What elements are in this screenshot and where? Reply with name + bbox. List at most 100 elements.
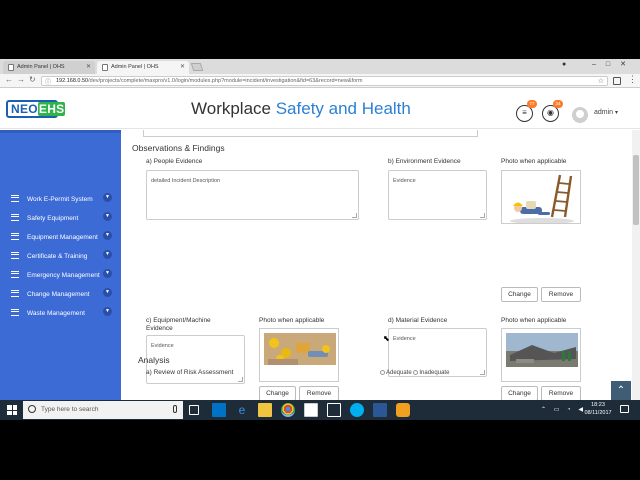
- browser-tab[interactable]: Admin Panel | OHS ✕: [3, 61, 95, 74]
- chevron-down-icon[interactable]: ▼: [103, 231, 112, 240]
- logo-ehs: EHS: [37, 102, 66, 116]
- browser-menu-icon[interactable]: ⋮: [628, 74, 637, 85]
- search-placeholder: Type here to search: [41, 406, 99, 413]
- skype-icon[interactable]: [350, 403, 364, 417]
- tasks-count-badge: 77: [527, 100, 537, 108]
- windows-start-icon[interactable]: [7, 405, 17, 415]
- chevron-down-icon[interactable]: ▼: [103, 307, 112, 316]
- menu-lines-icon: [11, 290, 19, 297]
- scrollbar-thumb[interactable]: [633, 155, 639, 225]
- remove-photo-button-material[interactable]: Remove: [541, 386, 581, 401]
- menu-lines-icon: [11, 233, 19, 240]
- remove-photo-button-equipment[interactable]: Remove: [299, 386, 339, 401]
- clock-date: 08/11/2017: [584, 409, 612, 416]
- sidebar-item-certificate-training[interactable]: Certificate & Training ▼: [0, 247, 121, 266]
- file-explorer-icon[interactable]: [258, 403, 272, 417]
- sidebar-item-equipment-management[interactable]: Equipment Management ▼: [0, 228, 121, 247]
- menu-lines-icon: [11, 195, 19, 202]
- sidebar-item-label: Emergency Management: [27, 272, 100, 279]
- tasks-list-icon[interactable]: ≡ 77: [516, 100, 537, 122]
- chevron-down-icon[interactable]: ▼: [103, 288, 112, 297]
- chrome-icon[interactable]: [281, 403, 295, 417]
- tab-title: Admin Panel | OHS: [17, 64, 65, 70]
- sidebar-item-change-management[interactable]: Change Management ▼: [0, 285, 121, 304]
- menu-lines-icon: [11, 271, 19, 278]
- system-tray-icons[interactable]: ⌃ ▭ ◔ ◀: [541, 406, 586, 413]
- task-view-icon[interactable]: [189, 405, 199, 415]
- sidebar-item-label: Work E-Permit System: [27, 196, 93, 203]
- neoehs-logo[interactable]: NEOEHS: [6, 100, 66, 118]
- taskbar-clock[interactable]: 18:23 08/11/2017: [584, 402, 612, 417]
- info-icon[interactable]: ⓘ: [45, 77, 51, 85]
- app-title-part2: Safety and Health: [275, 99, 411, 118]
- section-heading-analysis: Analysis: [138, 355, 170, 365]
- close-window-icon[interactable]: ✕: [620, 61, 636, 68]
- maximize-icon[interactable]: □: [606, 61, 620, 68]
- profile-icon[interactable]: ●: [562, 61, 566, 68]
- extension-icon[interactable]: [613, 77, 621, 85]
- resize-grip-icon[interactable]: [480, 213, 485, 218]
- change-photo-button-equipment[interactable]: Change: [259, 386, 296, 401]
- chevron-down-icon[interactable]: ▼: [103, 269, 112, 278]
- store-icon[interactable]: [304, 403, 318, 417]
- sidebar-item-waste-management[interactable]: Waste Management ▼: [0, 304, 121, 323]
- chevron-down-icon[interactable]: ▼: [103, 212, 112, 221]
- taskbar-search-box[interactable]: Type here to search: [23, 401, 183, 419]
- user-menu-name[interactable]: admin: [594, 109, 613, 116]
- back-to-top-button[interactable]: ⌃: [611, 381, 631, 401]
- crushed-worker-image: [260, 329, 338, 381]
- resize-grip-icon[interactable]: [238, 377, 243, 382]
- outlook-icon[interactable]: [212, 403, 226, 417]
- address-bar[interactable]: ⓘ 192.168.0.50/dev/projects/complete/max…: [41, 76, 608, 86]
- new-tab-button[interactable]: [190, 63, 204, 71]
- resize-grip-icon[interactable]: [480, 370, 485, 375]
- page-favicon-icon: [8, 64, 14, 71]
- caret-down-icon[interactable]: ▾: [615, 109, 618, 116]
- previous-textarea-edge[interactable]: [143, 130, 478, 137]
- app-icon[interactable]: [396, 403, 410, 417]
- people-evidence-textarea[interactable]: detailed Incident Description: [146, 170, 359, 220]
- remove-photo-button-environment[interactable]: Remove: [541, 287, 581, 302]
- user-avatar[interactable]: [572, 107, 588, 123]
- change-photo-button-material[interactable]: Change: [501, 386, 538, 401]
- chevron-down-icon[interactable]: ▼: [103, 250, 112, 259]
- close-tab-icon[interactable]: ✕: [180, 63, 185, 70]
- sidebar-item-work-e-permit[interactable]: Work E-Permit System ▼: [0, 190, 121, 209]
- sidebar-item-emergency-management[interactable]: Emergency Management ▼: [0, 266, 121, 285]
- browser-tab-strip: Admin Panel | OHS ✕ Admin Panel | OHS ✕ …: [0, 59, 640, 74]
- people-evidence-label: a) People Evidence: [146, 158, 203, 165]
- environment-evidence-textarea[interactable]: Evidence: [388, 170, 487, 220]
- main-content: Observations & Findings a) People Eviden…: [121, 130, 632, 418]
- browser-tab-active[interactable]: Admin Panel | OHS ✕: [97, 61, 189, 74]
- globe-notifications-icon[interactable]: ◉ 34: [542, 100, 563, 122]
- window-controls[interactable]: –□✕: [592, 60, 636, 68]
- back-arrow-icon[interactable]: ←: [5, 75, 13, 84]
- change-photo-button-environment[interactable]: Change: [501, 287, 538, 302]
- page-scrollbar[interactable]: [632, 130, 640, 418]
- minimize-icon[interactable]: –: [592, 61, 606, 68]
- search-icon: [28, 405, 36, 413]
- resize-grip-icon[interactable]: [352, 213, 357, 218]
- url-host: 192.168.0.50: [56, 78, 89, 84]
- app-title: Workplace Safety and Health: [191, 99, 411, 119]
- material-evidence-label: d) Material Evidence: [388, 317, 448, 324]
- radio-inadequate[interactable]: [413, 370, 419, 375]
- notifications-count-badge: 34: [553, 100, 563, 108]
- reload-icon[interactable]: ↻: [29, 75, 36, 84]
- radio-adequate[interactable]: [380, 370, 385, 375]
- forward-arrow-icon[interactable]: →: [17, 75, 25, 84]
- bookmark-star-icon[interactable]: ☆: [598, 77, 604, 85]
- edge-browser-icon[interactable]: e: [235, 403, 249, 417]
- sidebar-item-safety-equipment[interactable]: Safety Equipment ▼: [0, 209, 121, 228]
- sidebar-nav: Work E-Permit System ▼ Safety Equipment …: [0, 130, 121, 418]
- mail-icon[interactable]: [327, 403, 341, 417]
- photo-label-equipment: Photo when applicable: [259, 317, 325, 324]
- action-center-icon[interactable]: [620, 405, 629, 413]
- word-icon[interactable]: [373, 403, 387, 417]
- section-heading-observations: Observations & Findings: [132, 143, 225, 153]
- chevron-down-icon[interactable]: ▼: [103, 193, 112, 202]
- microphone-icon[interactable]: [173, 405, 177, 413]
- tab-title: Admin Panel | OHS: [111, 64, 159, 70]
- close-tab-icon[interactable]: ✕: [86, 63, 91, 70]
- environment-photo: [501, 170, 581, 224]
